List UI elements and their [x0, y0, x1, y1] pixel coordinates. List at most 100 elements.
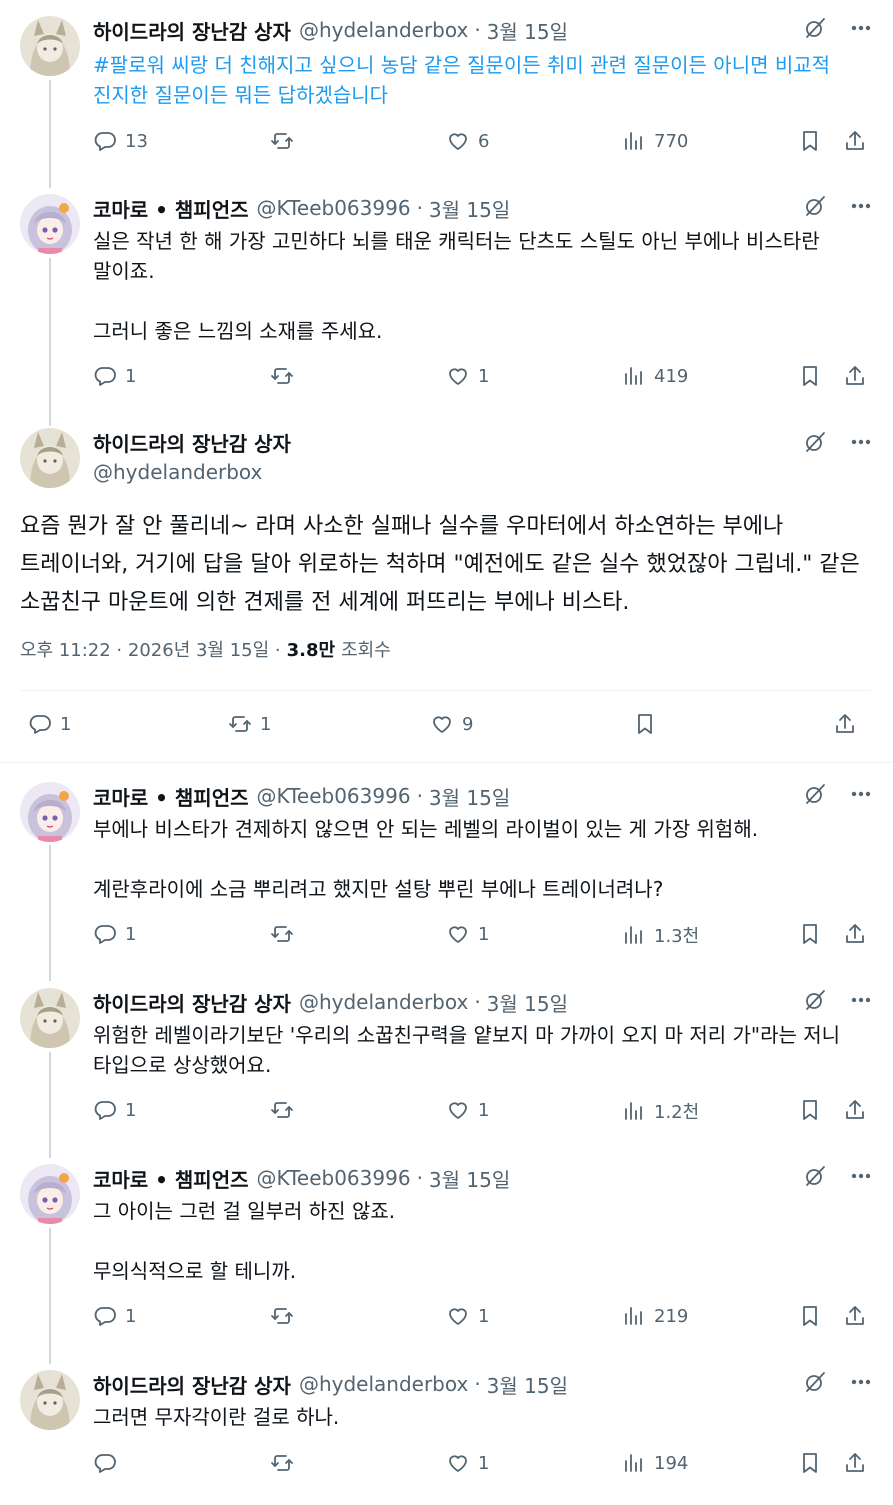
more-icon[interactable] — [849, 16, 873, 40]
bookmark-button[interactable] — [798, 922, 822, 946]
timestamp[interactable]: 3월 15일 — [487, 16, 568, 45]
author-handle[interactable]: @KTeeb063996 — [257, 1166, 411, 1190]
more-icon[interactable] — [849, 1370, 873, 1394]
more-icon[interactable] — [849, 1164, 873, 1188]
repost-button[interactable] — [270, 364, 294, 388]
grok-icon[interactable] — [803, 16, 827, 40]
author-handle[interactable]: @hydelanderbox — [93, 460, 262, 484]
share-button[interactable] — [833, 712, 857, 736]
tweet-header: 하이드라의 장난감 상자 @hydelanderbox · 3월 15일 — [93, 986, 873, 1018]
author-handle[interactable]: @KTeeb063996 — [257, 784, 411, 808]
grok-icon[interactable] — [803, 1370, 827, 1394]
like-button[interactable]: 6 — [446, 129, 489, 153]
avatar[interactable] — [20, 782, 80, 842]
timestamp[interactable]: 3월 15일 — [487, 1370, 568, 1399]
share-button[interactable] — [843, 364, 867, 388]
grok-icon[interactable] — [803, 988, 827, 1012]
avatar[interactable] — [20, 16, 80, 76]
author-handle[interactable]: @hydelanderbox — [299, 1372, 468, 1396]
repost-button[interactable] — [270, 1098, 294, 1122]
share-button[interactable] — [843, 129, 867, 153]
tweet[interactable]: 하이드라의 장난감 상자 @hydelanderbox · 3월 15일 위험한… — [0, 986, 893, 1136]
author-handle[interactable]: @KTeeb063996 — [257, 196, 411, 220]
grok-icon[interactable] — [803, 782, 827, 806]
author-name[interactable]: 코마로 • 챔피언즈 — [93, 194, 249, 223]
tweet[interactable]: 하이드라의 장난감 상자 @hydelanderbox · 3월 15일 그러면… — [0, 1368, 893, 1493]
timestamp[interactable]: 3월 15일 — [429, 1164, 510, 1193]
timestamp[interactable]: 3월 15일 — [487, 988, 568, 1017]
views-button[interactable]: 419 — [622, 364, 688, 388]
like-button[interactable]: 9 — [430, 712, 473, 736]
repost-button[interactable] — [270, 1304, 294, 1328]
bookmark-button[interactable] — [633, 712, 657, 736]
like-count: 1 — [478, 1305, 490, 1327]
tweet[interactable]: 코마로 • 챔피언즈 @KTeeb063996 · 3월 15일 그 아이는 그… — [0, 1162, 893, 1342]
timestamp[interactable]: 3월 15일 — [429, 782, 510, 811]
bookmark-button[interactable] — [798, 1098, 822, 1122]
more-icon[interactable] — [849, 430, 873, 454]
tweet-paragraph: 위험한 레벨이라기보단 '우리의 소꿉친구력을 얕보지 마 가까이 오지 마 저… — [93, 1023, 841, 1077]
tweet[interactable]: 하이드라의 장난감 상자 @hydelanderbox · 3월 15일 #팔로… — [0, 14, 893, 174]
views-button[interactable]: 770 — [622, 129, 688, 153]
tweet-actions: 13 6 770 — [93, 129, 873, 159]
repost-button[interactable] — [270, 1451, 294, 1475]
like-button[interactable]: 1 — [446, 1098, 489, 1122]
repost-button[interactable] — [270, 922, 294, 946]
like-count: 6 — [478, 130, 490, 152]
like-button[interactable]: 1 — [446, 1451, 489, 1475]
author-handle[interactable]: @hydelanderbox — [299, 18, 468, 42]
views-button[interactable]: 1.2천 — [622, 1098, 699, 1124]
bookmark-button[interactable] — [798, 364, 822, 388]
author-name[interactable]: 코마로 • 챔피언즈 — [93, 1164, 249, 1193]
views-button[interactable]: 1.3천 — [622, 922, 699, 948]
views-button[interactable]: 194 — [622, 1451, 688, 1475]
repost-button[interactable] — [270, 129, 294, 153]
author-name[interactable]: 하이드라의 장난감 상자 — [93, 16, 291, 45]
reply-button[interactable]: 1 — [93, 1304, 136, 1328]
avatar[interactable] — [20, 988, 80, 1048]
author-name[interactable]: 하이드라의 장난감 상자 — [93, 988, 291, 1017]
bookmark-button[interactable] — [798, 1304, 822, 1328]
grok-icon[interactable] — [803, 194, 827, 218]
tweet-paragraph: 무의식적으로 할 테니까. — [93, 1259, 297, 1283]
share-button[interactable] — [843, 1098, 867, 1122]
author-name[interactable]: 하이드라의 장난감 상자 — [93, 1370, 291, 1399]
reply-button[interactable]: 13 — [93, 129, 148, 153]
grok-icon[interactable] — [803, 430, 827, 454]
tweet[interactable]: 코마로 • 챔피언즈 @KTeeb063996 · 3월 15일 실은 작년 한… — [0, 192, 893, 412]
reply-button[interactable]: 1 — [93, 922, 136, 946]
hashtag-link[interactable]: #팔로워 씨랑 더 친해지고 싶으니 농담 같은 질문이든 취미 관련 질문이든… — [93, 53, 830, 107]
share-button[interactable] — [843, 922, 867, 946]
more-icon[interactable] — [849, 988, 873, 1012]
share-button[interactable] — [843, 1451, 867, 1475]
avatar[interactable] — [20, 1164, 80, 1224]
tweet[interactable]: 코마로 • 챔피언즈 @KTeeb063996 · 3월 15일 부에나 비스타… — [0, 780, 893, 960]
grok-icon[interactable] — [803, 1164, 827, 1188]
avatar[interactable] — [20, 428, 80, 488]
more-icon[interactable] — [849, 782, 873, 806]
author-handle[interactable]: @hydelanderbox — [299, 990, 468, 1014]
like-button[interactable]: 1 — [446, 364, 489, 388]
tweet-text: 그 아이는 그런 걸 일부러 하진 않죠. 무의식적으로 할 테니까. — [93, 1196, 863, 1286]
avatar[interactable] — [20, 194, 80, 254]
reply-button[interactable]: 1 — [28, 712, 71, 736]
author-name[interactable]: 코마로 • 챔피언즈 — [93, 782, 249, 811]
author-name[interactable]: 하이드라의 장난감 상자 — [93, 428, 291, 457]
tweet-paragraph: 그러면 무자각이란 걸로 하나. — [93, 1405, 340, 1429]
reply-button[interactable]: 1 — [93, 1098, 136, 1122]
bookmark-button[interactable] — [798, 1451, 822, 1475]
reply-button[interactable]: 1 — [93, 364, 136, 388]
bookmark-button[interactable] — [798, 129, 822, 153]
share-button[interactable] — [843, 1304, 867, 1328]
timestamp[interactable]: 3월 15일 — [429, 194, 510, 223]
views-button[interactable]: 219 — [622, 1304, 688, 1328]
reply-button[interactable] — [93, 1451, 117, 1475]
tweet-header: 하이드라의 장난감 상자 @hydelanderbox · 3월 15일 — [93, 1368, 873, 1400]
like-button[interactable]: 1 — [446, 1304, 489, 1328]
view-count: 419 — [654, 365, 689, 387]
like-button[interactable]: 1 — [446, 922, 489, 946]
timestamp[interactable]: 오후 11:22 · 2026년 3월 15일 · — [20, 636, 281, 662]
more-icon[interactable] — [849, 194, 873, 218]
avatar[interactable] — [20, 1370, 80, 1430]
repost-button[interactable]: 1 — [228, 712, 271, 736]
